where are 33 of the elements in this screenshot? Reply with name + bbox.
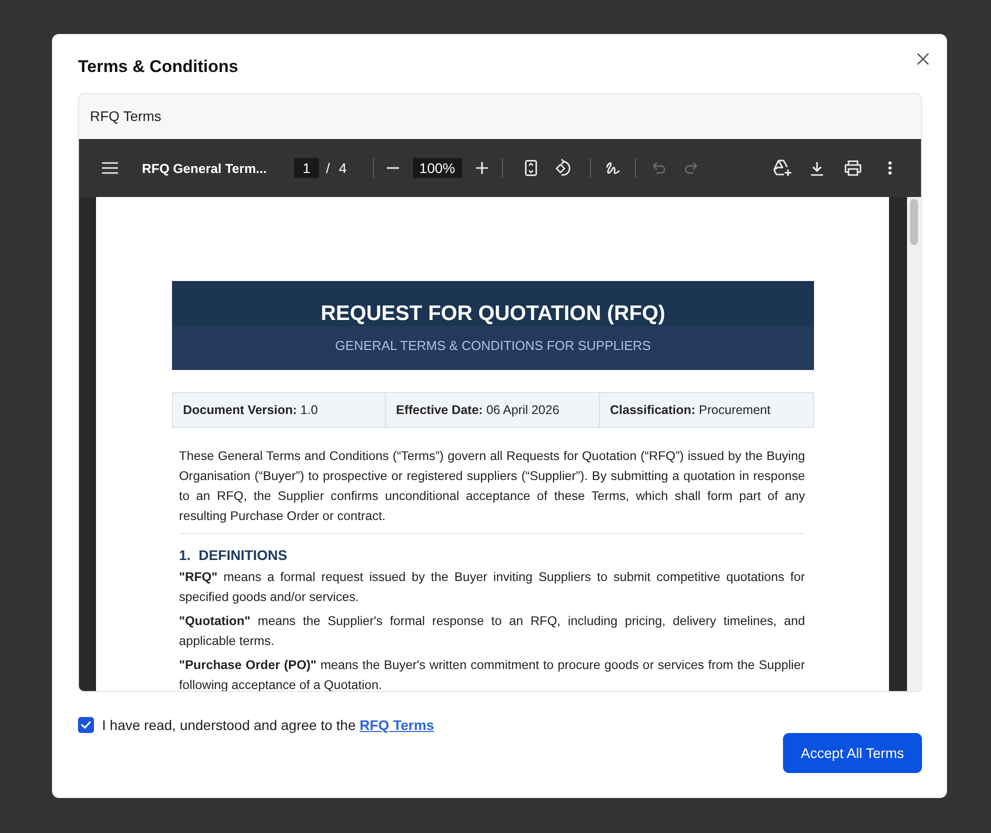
zoom-level-field[interactable]: 100% — [412, 158, 462, 178]
fit-page-icon[interactable] — [524, 160, 537, 176]
document-title: REQUEST FOR QUOTATION (RFQ) — [320, 301, 666, 327]
info-table-cell: Document Version: 1.0 — [172, 392, 386, 428]
definition-paragraph: "RFQ" means a formal request issued by the Buyer inviting Suppliers to submit competitive quotations for specified goods and/or services. — [179, 569, 805, 606]
close-icon[interactable] — [917, 53, 929, 65]
file-name: RFQ General Term... — [142, 160, 268, 176]
page-separator: / — [326, 160, 330, 176]
info-table-cell: Effective Date: 06 April 2026 — [386, 392, 600, 428]
panel-header: RFQ Terms — [79, 94, 921, 139]
scrollbar-track[interactable] — [907, 197, 921, 691]
accept-button[interactable]: Accept All Terms — [782, 733, 922, 773]
agree-checkbox[interactable] — [78, 717, 94, 733]
terms-link[interactable]: RFQ Terms — [360, 717, 434, 733]
zoom-in-icon[interactable] — [476, 162, 488, 174]
menu-icon[interactable] — [102, 162, 118, 174]
print-icon[interactable] — [844, 160, 862, 176]
triangle-plus-icon[interactable] — [772, 159, 792, 177]
info-table-cell: Classification: Procurement — [600, 392, 814, 428]
document-subtitle: GENERAL TERMS & CONDITIONS FOR SUPPLIERS — [334, 337, 652, 355]
scrollbar-thumb[interactable] — [910, 199, 918, 245]
check-icon — [81, 721, 91, 729]
draw-icon[interactable] — [604, 160, 621, 176]
more-icon[interactable] — [888, 161, 892, 175]
consent-text: I have read, understood and agree to the RFQ Terms — [102, 717, 434, 733]
dialog-title: Terms & Conditions — [78, 56, 238, 78]
intro-paragraph: These General Terms and Conditions (“Terms”) govern all Requests for Quotation (“RFQ”) issued by the Buying Organisation (“Buyer”) to prospective or registered suppliers (“Supplier”). By submitting a quotation in response to an RFQ, the Supplier confirms unconditional acceptance of these Terms, which shall form part of any resulting Purchase Order or contract. — [179, 448, 805, 525]
definition-paragraph: "Quotation" means the Supplier's formal response to an RFQ, including pricing, delivery timelines, and applicable terms. — [179, 613, 805, 650]
page-number-field[interactable]: 1 — [294, 158, 319, 178]
rotate-icon[interactable] — [554, 159, 572, 177]
section-heading: 1. DEFINITIONS — [179, 546, 288, 564]
page-count: 4 — [338, 160, 347, 176]
download-icon[interactable] — [810, 160, 824, 176]
